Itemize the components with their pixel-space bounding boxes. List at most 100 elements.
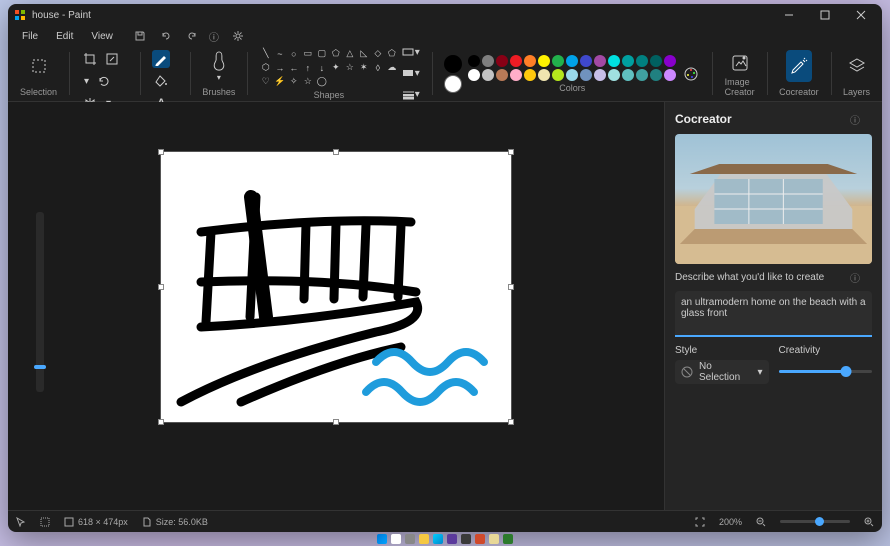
color-swatch[interactable] — [622, 69, 634, 81]
shape-cloud[interactable]: ☁ — [386, 62, 398, 74]
shape-oval[interactable]: ○ — [288, 48, 300, 60]
shape-roundrect[interactable]: ▢ — [316, 48, 328, 60]
prompt-input[interactable] — [675, 291, 872, 337]
taskview-icon[interactable] — [405, 534, 415, 544]
shape-darrow[interactable]: ↓ — [316, 62, 328, 74]
shape-larrow[interactable]: ← — [288, 62, 300, 74]
color-swatch[interactable] — [496, 69, 508, 81]
menu-view[interactable]: View — [83, 29, 121, 44]
shape-star4[interactable]: ✦ — [330, 62, 342, 74]
shape-heart[interactable]: ♡ — [260, 76, 272, 88]
color-swatch[interactable] — [468, 55, 480, 67]
info-icon[interactable]: ⓘ — [850, 112, 860, 127]
zoom-in-icon[interactable] — [864, 517, 874, 527]
shape-line[interactable]: ╲ — [260, 48, 272, 60]
app-icon-1[interactable] — [447, 534, 457, 544]
color-swatch[interactable] — [664, 55, 676, 67]
vertical-slider[interactable] — [36, 212, 44, 392]
maximize-button[interactable] — [810, 5, 840, 25]
redo-icon[interactable] — [183, 27, 201, 45]
close-button[interactable] — [846, 5, 876, 25]
color-swatch[interactable] — [524, 55, 536, 67]
shape-rarrow[interactable]: → — [274, 62, 286, 74]
minimize-button[interactable] — [774, 5, 804, 25]
color-swatch[interactable] — [650, 69, 662, 81]
color-swatch[interactable] — [608, 69, 620, 81]
shape-callout[interactable]: ◊ — [372, 62, 384, 74]
color-swatch[interactable] — [650, 55, 662, 67]
shape-more2[interactable]: ☆ — [302, 76, 314, 88]
shape-star5[interactable]: ☆ — [344, 62, 356, 74]
save-icon[interactable] — [131, 27, 149, 45]
chevron-down-icon[interactable]: ▾ — [81, 72, 91, 90]
menu-file[interactable]: File — [14, 29, 46, 44]
shape-poly[interactable]: ⬠ — [330, 48, 342, 60]
fill-tool[interactable] — [152, 72, 170, 90]
rotate-icon[interactable] — [95, 72, 113, 90]
app-icon-2[interactable] — [461, 534, 471, 544]
undo-icon[interactable] — [157, 27, 175, 45]
app-icon-3[interactable] — [475, 534, 485, 544]
color-swatch[interactable] — [636, 55, 648, 67]
color-swatch[interactable] — [552, 55, 564, 67]
shape-bolt[interactable]: ⚡ — [274, 76, 286, 88]
layers-button[interactable] — [844, 50, 870, 82]
style-select[interactable]: No Selection ▾ — [675, 360, 769, 384]
fit-screen-icon[interactable] — [695, 517, 705, 527]
pencil-tool[interactable] — [152, 50, 170, 68]
fill-dropdown[interactable]: ▾ — [402, 65, 420, 83]
shape-rtri[interactable]: ◺ — [358, 48, 370, 60]
color-swatch[interactable] — [608, 55, 620, 67]
color-swatch[interactable] — [482, 55, 494, 67]
shape-pent[interactable]: ⬠ — [386, 48, 398, 60]
brush-tool[interactable]: ▾ — [206, 50, 232, 82]
secondary-color[interactable] — [444, 75, 462, 93]
search-icon[interactable] — [391, 534, 401, 544]
settings-button[interactable] — [229, 27, 247, 45]
width-dropdown[interactable]: ▾ — [402, 86, 420, 104]
shape-curve[interactable]: ~ — [274, 48, 286, 60]
edit-colors-icon[interactable] — [682, 65, 700, 83]
start-icon[interactable] — [377, 534, 387, 544]
select-tool[interactable] — [26, 50, 52, 82]
shape-more1[interactable]: ✧ — [288, 76, 300, 88]
menu-edit[interactable]: Edit — [48, 29, 81, 44]
cocreator-button[interactable] — [786, 50, 812, 82]
color-swatch[interactable] — [566, 69, 578, 81]
crop-icon[interactable] — [81, 50, 99, 68]
info-icon[interactable]: ⓘ — [850, 270, 860, 285]
image-creator-button[interactable] — [727, 50, 753, 75]
help-button[interactable]: ⓘ — [205, 27, 223, 45]
color-swatch[interactable] — [496, 55, 508, 67]
color-swatch[interactable] — [524, 69, 536, 81]
resize-icon[interactable] — [103, 50, 121, 68]
zoom-out-icon[interactable] — [756, 517, 766, 527]
outline-dropdown[interactable]: ▾ — [402, 44, 420, 62]
color-swatch[interactable] — [510, 69, 522, 81]
color-swatch[interactable] — [510, 55, 522, 67]
shape-tri[interactable]: △ — [344, 48, 356, 60]
explorer-icon[interactable] — [419, 534, 429, 544]
primary-color[interactable] — [444, 55, 462, 73]
creativity-slider[interactable] — [779, 370, 873, 373]
app-icon-4[interactable] — [503, 534, 513, 544]
zoom-slider[interactable] — [780, 520, 850, 523]
color-swatch[interactable] — [580, 55, 592, 67]
cocreator-preview[interactable] — [675, 134, 872, 264]
color-swatch[interactable] — [482, 69, 494, 81]
color-swatch[interactable] — [636, 69, 648, 81]
shape-rect[interactable]: ▭ — [302, 48, 314, 60]
shape-hex[interactable]: ⬡ — [260, 62, 272, 74]
paint-icon[interactable] — [489, 534, 499, 544]
color-swatch[interactable] — [622, 55, 634, 67]
shape-more3[interactable]: ◯ — [316, 76, 328, 88]
shape-uarrow[interactable]: ↑ — [302, 62, 314, 74]
color-swatch[interactable] — [580, 69, 592, 81]
shapes-grid[interactable]: ╲~○▭▢⬠△◺◇⬠ ⬡→←↑↓✦☆✶◊☁ ♡⚡✧☆◯ — [260, 48, 398, 88]
canvas[interactable] — [161, 152, 511, 422]
color-swatch[interactable] — [664, 69, 676, 81]
color-swatch[interactable] — [566, 55, 578, 67]
shape-diamond[interactable]: ◇ — [372, 48, 384, 60]
color-swatch[interactable] — [538, 55, 550, 67]
edge-icon[interactable] — [433, 534, 443, 544]
